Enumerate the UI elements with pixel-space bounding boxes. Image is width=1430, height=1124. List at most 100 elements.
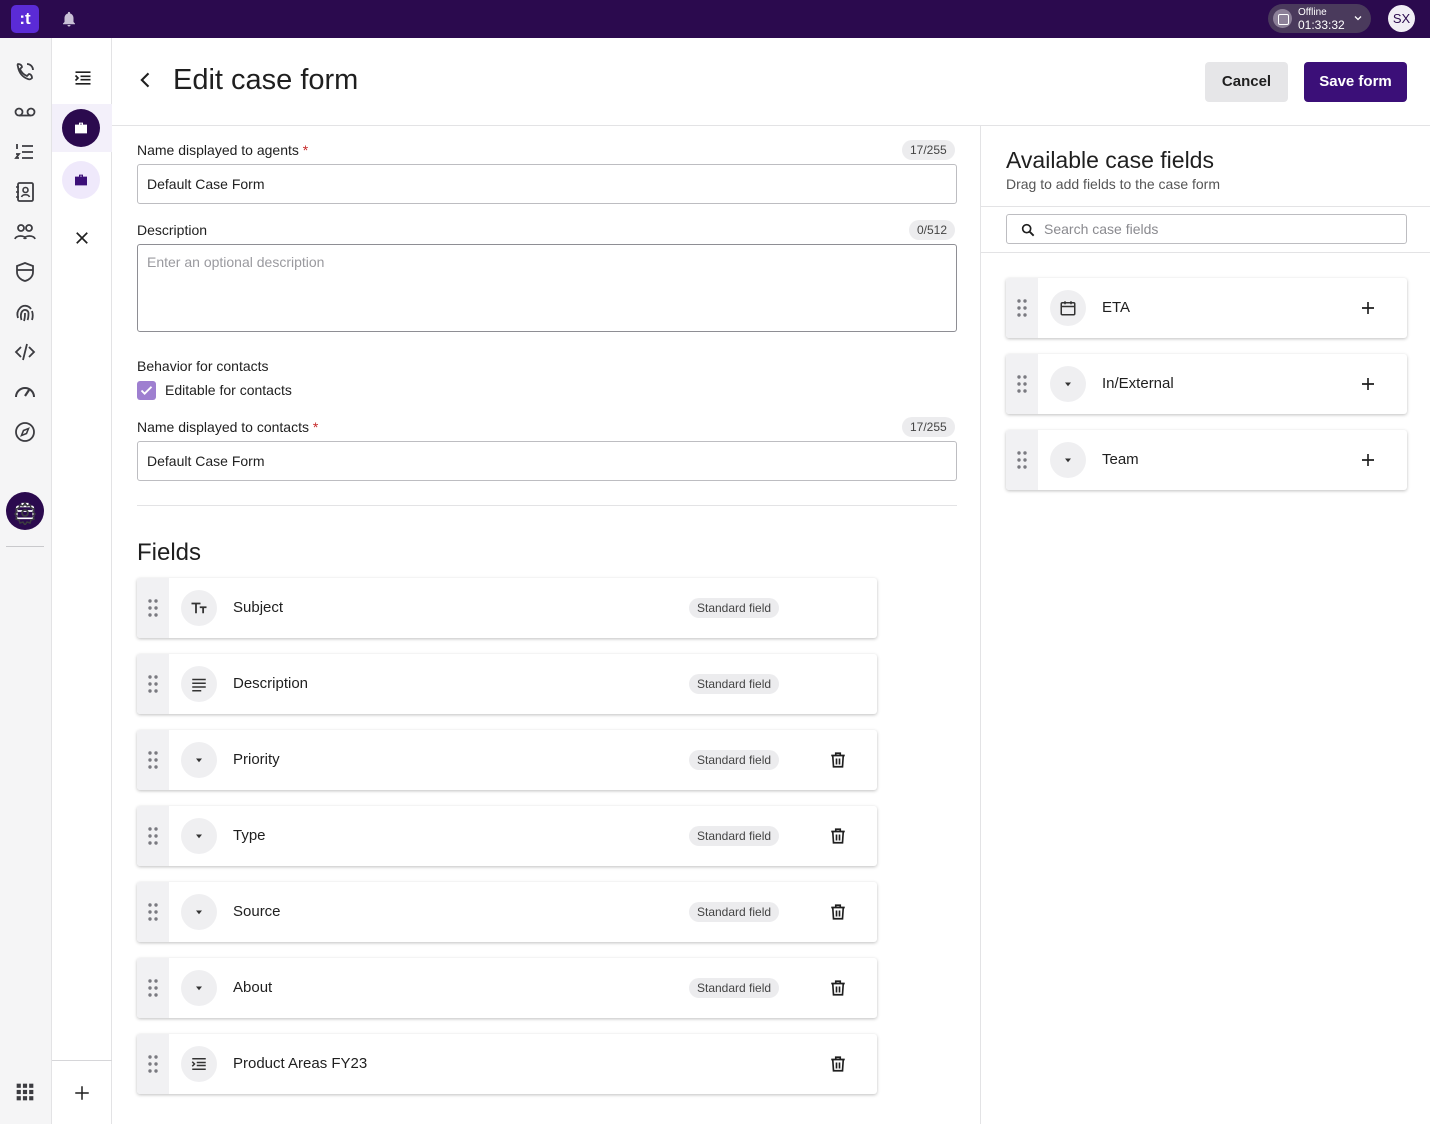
drag-handle-icon [1017, 375, 1027, 393]
user-avatar[interactable]: SX [1388, 5, 1415, 32]
ordered-list-icon[interactable] [13, 140, 37, 164]
dropdown-icon [196, 758, 202, 763]
dropdown-icon [1065, 458, 1071, 463]
drag-handle[interactable] [137, 958, 169, 1018]
field-row-subject[interactable]: Subject Standard field [137, 578, 877, 638]
delete-trash-icon[interactable] [829, 827, 847, 845]
field-name: In/External [1102, 375, 1174, 392]
save-form-button[interactable]: Save form [1304, 62, 1407, 102]
drag-handle[interactable] [137, 578, 169, 638]
delete-trash-icon[interactable] [829, 1055, 847, 1073]
editable-for-contacts-label[interactable]: Editable for contacts [165, 382, 292, 398]
delete-trash-icon[interactable] [829, 979, 847, 997]
delete-trash-icon[interactable] [829, 903, 847, 921]
dropdown-icon [1065, 382, 1071, 387]
field-row-about[interactable]: About Standard field [137, 958, 877, 1018]
team-icon[interactable] [13, 220, 37, 244]
section-divider [137, 505, 957, 506]
description-textarea[interactable]: Enter an optional description [137, 244, 957, 332]
drag-handle[interactable] [137, 654, 169, 714]
field-type-icon [181, 590, 217, 626]
briefcase-icon [75, 174, 87, 186]
editable-for-contacts-checkbox[interactable] [137, 381, 156, 400]
add-field-icon[interactable] [1359, 299, 1377, 317]
field-name: Priority [233, 751, 280, 768]
agent-status-selector[interactable]: Offline 01:33:32 [1268, 4, 1371, 33]
page-header: Edit case form Cancel Save form [112, 38, 1430, 126]
shield-icon[interactable] [13, 260, 37, 284]
search-input[interactable] [1044, 219, 1394, 239]
drag-handle[interactable] [1006, 354, 1038, 414]
dropdown-icon [196, 834, 202, 839]
drag-handle-icon [148, 751, 158, 769]
field-name: Source [233, 903, 281, 920]
rail-divider [6, 546, 44, 547]
chevron-down-icon [1354, 16, 1362, 21]
app-logo[interactable]: :t [11, 5, 39, 33]
fingerprint-icon[interactable] [13, 300, 37, 324]
behavior-for-contacts-heading: Behavior for contacts [137, 358, 269, 374]
standard-field-badge: Standard field [689, 598, 780, 618]
standard-field-badge: Standard field [689, 978, 780, 998]
available-field-eta[interactable]: ETA [1006, 278, 1407, 338]
case-forms-item-active[interactable] [62, 109, 100, 147]
panel-subtitle: Drag to add fields to the case form [1006, 176, 1220, 192]
field-row-priority[interactable]: Priority Standard field [137, 730, 877, 790]
drag-handle-icon [148, 1055, 158, 1073]
add-field-icon[interactable] [1359, 451, 1377, 469]
calendar-icon [1060, 301, 1076, 316]
delete-trash-icon[interactable] [829, 751, 847, 769]
contact-name-input[interactable]: Default Case Form [137, 441, 957, 481]
field-name: ETA [1102, 299, 1131, 316]
available-field-in-external[interactable]: In/External [1006, 354, 1407, 414]
notifications-bell-icon[interactable] [60, 10, 78, 28]
drag-handle[interactable] [137, 806, 169, 866]
secondary-nav-rail [52, 38, 112, 1124]
add-icon[interactable] [73, 1084, 91, 1102]
drag-handle[interactable] [1006, 430, 1038, 490]
close-icon[interactable] [73, 229, 91, 247]
tree-select-icon [191, 1058, 206, 1070]
field-row-source[interactable]: Source Standard field [137, 882, 877, 942]
compass-icon[interactable] [13, 420, 37, 444]
field-row-product-areas[interactable]: Product Areas FY23 [137, 1034, 877, 1094]
field-type-icon [181, 666, 217, 702]
agent-name-input[interactable]: Default Case Form [137, 164, 957, 204]
add-field-icon[interactable] [1359, 375, 1377, 393]
drag-handle[interactable] [137, 882, 169, 942]
search-icon [1021, 223, 1035, 237]
collapse-menu-icon[interactable] [73, 68, 93, 88]
back-arrow-icon[interactable] [136, 70, 156, 90]
settings-gear-icon[interactable] [13, 501, 37, 525]
apps-grid-icon[interactable] [15, 1082, 35, 1102]
drag-handle[interactable] [137, 1034, 169, 1094]
description-char-count: 0/512 [909, 220, 956, 240]
contacts-book-icon[interactable] [13, 180, 37, 204]
standard-field-badge: Standard field [689, 674, 780, 694]
case-forms-item[interactable] [62, 161, 100, 199]
field-row-type[interactable]: Type Standard field [137, 806, 877, 866]
contact-name-char-count: 17/255 [902, 417, 955, 437]
cancel-button[interactable]: Cancel [1205, 62, 1288, 102]
voicemail-icon[interactable] [13, 100, 37, 124]
field-row-description[interactable]: Description Standard field [137, 654, 877, 714]
drag-handle[interactable] [1006, 278, 1038, 338]
code-icon[interactable] [13, 340, 37, 364]
panel-divider [981, 206, 1430, 207]
phone-icon[interactable] [13, 60, 37, 84]
speedometer-icon[interactable] [13, 380, 37, 404]
drag-handle-icon [1017, 451, 1027, 469]
offline-status-icon [1273, 9, 1292, 28]
drag-handle-icon [148, 827, 158, 845]
field-name: About [233, 979, 273, 996]
field-name: Description [233, 675, 309, 692]
drag-handle-icon [148, 903, 158, 921]
available-field-team[interactable]: Team [1006, 430, 1407, 490]
checkmark-icon [140, 386, 153, 395]
agent-name-char-count: 17/255 [902, 140, 955, 160]
field-type-icon [1050, 290, 1086, 326]
search-case-fields[interactable] [1006, 214, 1407, 244]
drag-handle[interactable] [137, 730, 169, 790]
main-nav-rail [0, 38, 52, 1124]
top-bar: :t Offline 01:33:32 SX [0, 0, 1430, 38]
